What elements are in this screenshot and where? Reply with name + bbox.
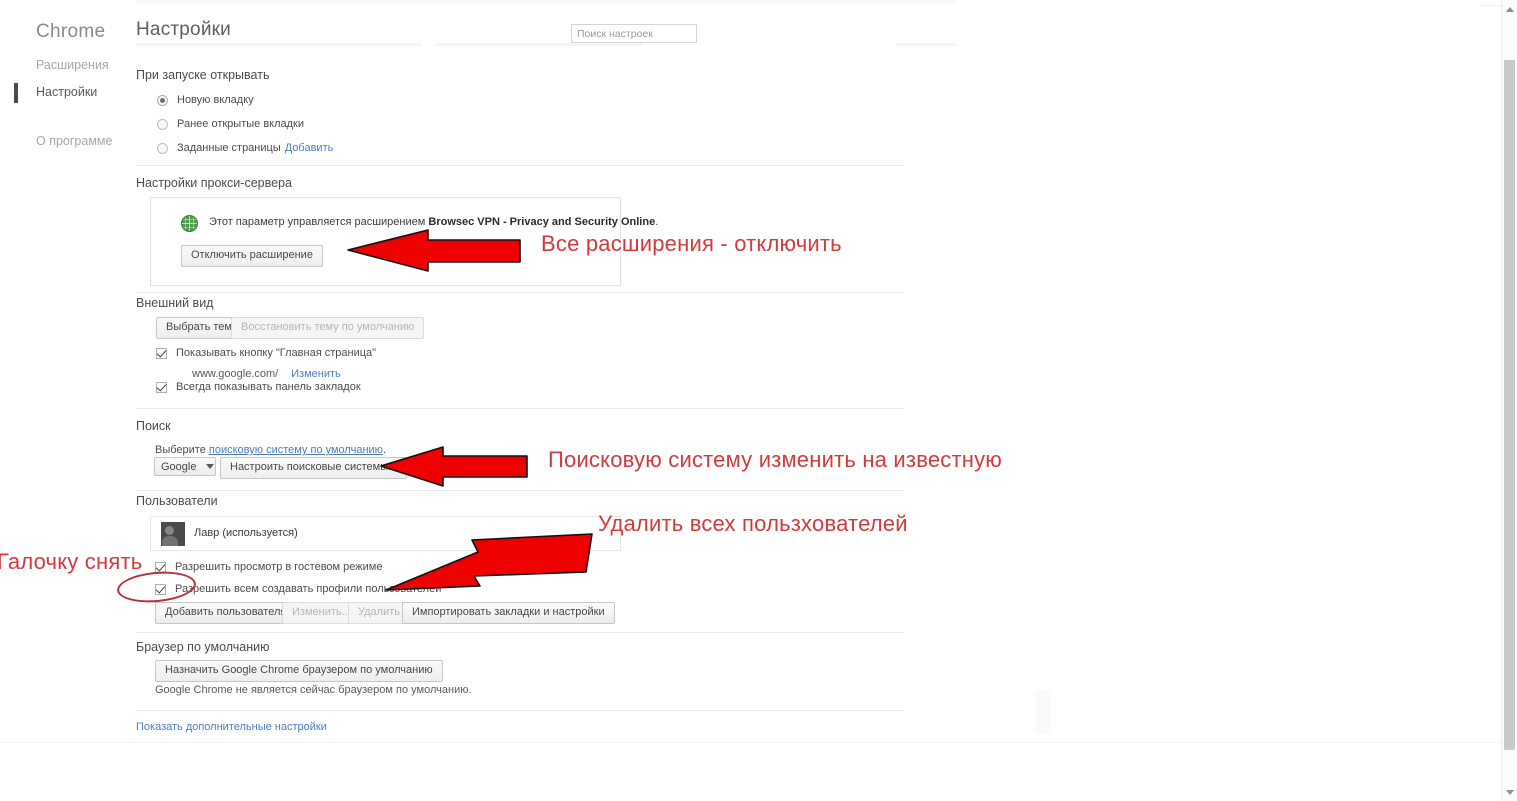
radio-previous-tabs[interactable]: Ранее открытые вкладки (157, 118, 304, 130)
checkbox-icon (156, 381, 167, 393)
section-title-users: Пользователи (136, 494, 218, 508)
chevron-up-icon (1505, 6, 1514, 12)
annotation-arrow-diagonal-users (385, 533, 593, 591)
annotation-arrow-left-proxy (347, 229, 521, 272)
sidebar-item-label: О программе (36, 134, 113, 148)
page-title: Настройки (136, 19, 231, 40)
checkbox-show-bookmarks-bar[interactable]: Всегда показывать панель закладок (156, 381, 361, 393)
checkbox-icon (156, 347, 167, 359)
annotation-text-extensions: Все расширения - отключить (541, 231, 842, 256)
section-title-appearance: Внешний вид (136, 296, 214, 310)
section-title-startup: При запуске открывать (136, 68, 270, 82)
avatar (161, 522, 185, 546)
section-divider (136, 710, 904, 711)
section-title-proxy: Настройки прокси-сервера (136, 176, 292, 190)
radio-label: Новую вкладку (177, 94, 254, 106)
radio-new-tab[interactable]: Новую вкладку (157, 94, 254, 106)
search-engine-select[interactable]: Google (154, 457, 216, 476)
checkbox-label: Разрешить просмотр в гостевом режиме (175, 561, 383, 573)
disable-extension-button[interactable]: Отключить расширение (181, 245, 323, 267)
ghost-block (1036, 690, 1051, 734)
home-url-value: www.google.com/ (192, 368, 279, 380)
set-default-browser-button[interactable]: Назначить Google Chrome браузером по умо… (155, 660, 443, 682)
bottom-pane (0, 742, 1501, 801)
radio-label: Ранее открытые вкладки (177, 118, 305, 130)
settings-page-screenshot: Chrome Расширения Настройки О программе … (0, 0, 1517, 801)
sidebar-item-about[interactable]: О программе (0, 128, 136, 155)
ghost-underline-1 (136, 43, 421, 46)
globe-icon (181, 215, 198, 232)
user-profile-name: Лавр (используется) (194, 527, 298, 539)
vertical-scrollbar[interactable] (1501, 0, 1517, 801)
checkbox-allow-guest[interactable]: Разрешить просмотр в гостевом режиме (155, 561, 382, 573)
checkbox-label: Всегда показывать панель закладок (176, 381, 361, 393)
sidebar-item-extensions[interactable]: Расширения (0, 52, 136, 79)
annotation-text-uncheck: Галочку снять (0, 549, 143, 574)
add-user-button[interactable]: Добавить пользователя (155, 602, 297, 624)
search-engine-selected-value: Google (161, 460, 197, 473)
proxy-managed-suffix: . (655, 216, 659, 228)
chrome-brand-label: Chrome (36, 21, 106, 42)
add-pages-link[interactable]: Добавить (285, 142, 334, 154)
radio-icon (157, 142, 168, 154)
section-divider (136, 408, 904, 409)
default-search-engine-link[interactable]: поисковую систему по умолчанию (209, 444, 383, 456)
sidebar-item-label: Настройки (36, 85, 98, 99)
radio-icon (157, 118, 168, 130)
search-settings-input[interactable] (571, 24, 697, 43)
section-title-default-browser: Браузер по умолчанию (136, 640, 270, 654)
annotation-text-delete-users: Удалить всех пользхователей (598, 511, 908, 536)
scrollbar-down-button[interactable] (1502, 784, 1517, 800)
section-divider (136, 292, 904, 293)
section-divider (136, 165, 904, 166)
radio-specific-pages[interactable]: Заданные страницы Добавить (157, 142, 333, 154)
sidebar-item-label: Расширения (36, 58, 109, 72)
section-divider (136, 490, 904, 491)
home-url-row: www.google.com/ Изменить (192, 364, 341, 382)
ghost-tab-bar (136, 0, 956, 4)
search-prefix: Выберите (155, 444, 209, 456)
section-divider (136, 632, 904, 633)
sidebar-item-settings[interactable]: Настройки (0, 79, 136, 106)
chevron-down-icon (1505, 789, 1514, 795)
main-content: Настройки При запуске открывать Новую вк… (136, 5, 1480, 801)
ghost-underline-2 (436, 43, 641, 46)
reset-theme-button: Восстановить тему по умолчанию (231, 317, 425, 339)
radio-icon (157, 94, 168, 106)
change-home-url-link[interactable]: Изменить (291, 368, 341, 380)
annotation-text-search-engine: Поисковую систему изменить на известную (548, 447, 1002, 472)
default-browser-status-text: Google Chrome не является сейчас браузер… (155, 684, 472, 696)
show-advanced-settings-link[interactable]: Показать дополнительные настройки (136, 721, 327, 733)
chevron-down-icon (206, 464, 215, 469)
annotation-arrow-left-search (380, 446, 528, 487)
radio-label: Заданные страницы (177, 142, 281, 154)
sidebar: Chrome Расширения Настройки О программе (0, 5, 136, 801)
sidebar-nav: Расширения Настройки О программе (0, 52, 136, 155)
scrollbar-up-button[interactable] (1502, 1, 1517, 17)
section-title-search: Поиск (136, 419, 171, 433)
scrollbar-thumb[interactable] (1504, 60, 1515, 750)
ghost-underline-3 (896, 43, 956, 46)
default-search-engine-text: Выберите поисковую систему по умолчанию. (155, 440, 386, 458)
checkbox-label: Показывать кнопку "Главная страница" (176, 347, 377, 359)
checkbox-show-home-button[interactable]: Показывать кнопку "Главная страница" (156, 347, 376, 359)
